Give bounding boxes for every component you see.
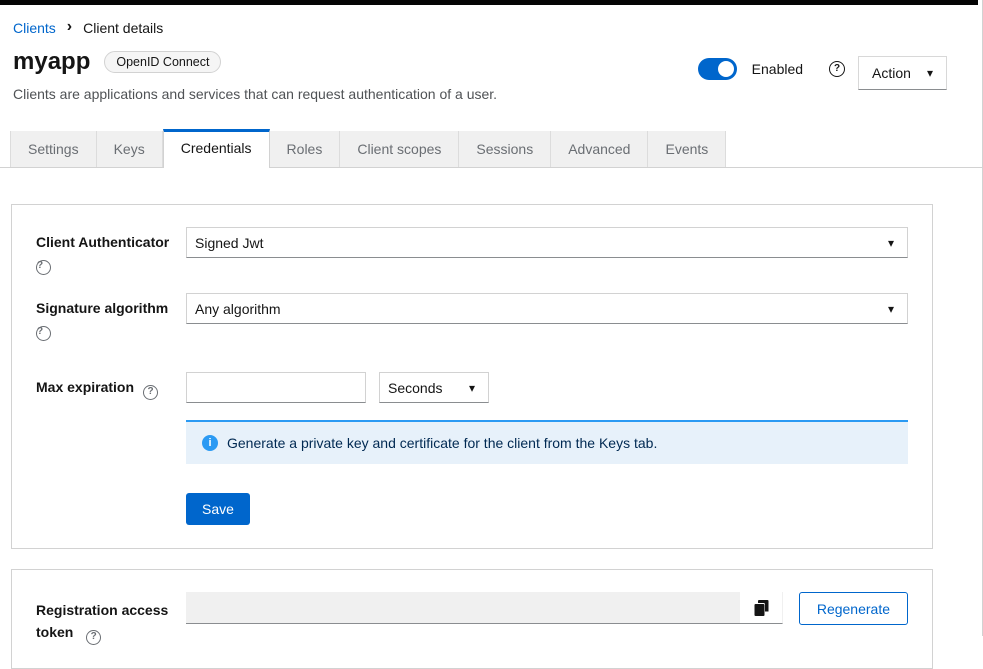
max-expiration-input[interactable] — [186, 372, 366, 403]
tab-keys[interactable]: Keys — [97, 131, 163, 167]
title-block: myapp OpenID Connect Clients are applica… — [13, 48, 497, 102]
enabled-toggle[interactable] — [698, 58, 737, 80]
info-alert-text: Generate a private key and certificate f… — [227, 435, 657, 451]
save-button[interactable]: Save — [186, 493, 250, 525]
client-authenticator-help-icon[interactable]: ? — [36, 260, 51, 275]
tab-roles[interactable]: Roles — [270, 131, 341, 167]
registration-token-row: Registration access token ? Regenerate — [36, 592, 908, 645]
page-title: myapp — [13, 48, 90, 76]
enabled-help-icon[interactable]: ? — [829, 61, 845, 77]
signature-algorithm-value: Any algorithm — [195, 301, 281, 317]
page-header: myapp OpenID Connect Clients are applica… — [13, 48, 947, 102]
breadcrumb: Clients › Client details — [13, 20, 983, 36]
alert-save-row: i Generate a private key and certificate… — [36, 403, 908, 525]
copy-button[interactable] — [740, 592, 783, 624]
window-top-edge — [0, 0, 978, 5]
caret-down-icon: ▾ — [888, 237, 894, 249]
signature-algorithm-label: Signature algorithm — [36, 293, 168, 316]
caret-down-icon: ▾ — [927, 67, 933, 79]
registration-token-card: Registration access token ? Regenerate — [11, 569, 933, 669]
tab-events[interactable]: Events — [648, 131, 726, 167]
signature-algorithm-row: Signature algorithm ? Any algorithm ▾ — [36, 293, 908, 341]
signature-algorithm-select[interactable]: Any algorithm ▾ — [186, 293, 908, 324]
client-authenticator-value: Signed Jwt — [195, 235, 263, 251]
registration-token-input — [186, 592, 740, 624]
action-dropdown-label: Action — [872, 65, 911, 81]
client-authenticator-row: Client Authenticator ? Signed Jwt ▾ — [36, 227, 908, 275]
tab-credentials[interactable]: Credentials — [163, 129, 270, 168]
action-dropdown[interactable]: Action ▾ — [858, 56, 947, 90]
tab-advanced[interactable]: Advanced — [551, 131, 648, 167]
info-alert: i Generate a private key and certificate… — [186, 420, 908, 464]
registration-token-help-icon[interactable]: ? — [86, 630, 101, 645]
signature-algorithm-help-icon[interactable]: ? — [36, 326, 51, 341]
max-expiration-unit-select[interactable]: Seconds ▾ — [379, 372, 489, 403]
tab-sessions[interactable]: Sessions — [459, 131, 551, 167]
tab-client-scopes[interactable]: Client scopes — [340, 131, 459, 167]
max-expiration-row: Max expiration? Seconds ▾ — [36, 372, 908, 403]
caret-down-icon: ▾ — [469, 382, 475, 394]
chevron-right-icon: › — [67, 19, 72, 35]
copy-icon — [754, 600, 769, 616]
breadcrumb-clients-link[interactable]: Clients — [13, 20, 56, 36]
regenerate-button[interactable]: Regenerate — [799, 592, 908, 625]
breadcrumb-current: Client details — [83, 20, 163, 36]
info-icon: i — [202, 435, 218, 451]
registration-token-label: Registration access token — [36, 602, 168, 640]
toggle-knob — [718, 61, 734, 77]
max-expiration-label: Max expiration — [36, 372, 134, 395]
protocol-badge: OpenID Connect — [104, 51, 221, 73]
page-description: Clients are applications and services th… — [13, 86, 497, 102]
header-controls: Enabled ? Action ▾ — [698, 48, 947, 90]
credentials-card: Client Authenticator ? Signed Jwt ▾ Sign… — [11, 204, 933, 549]
caret-down-icon: ▾ — [888, 303, 894, 315]
tab-settings[interactable]: Settings — [10, 131, 97, 167]
client-authenticator-select[interactable]: Signed Jwt ▾ — [186, 227, 908, 258]
client-authenticator-label: Client Authenticator — [36, 227, 169, 250]
tab-bar: Settings Keys Credentials Roles Client s… — [0, 129, 983, 168]
max-expiration-help-icon[interactable]: ? — [143, 385, 158, 400]
enabled-label: Enabled — [752, 61, 803, 77]
max-expiration-unit-value: Seconds — [388, 380, 442, 396]
